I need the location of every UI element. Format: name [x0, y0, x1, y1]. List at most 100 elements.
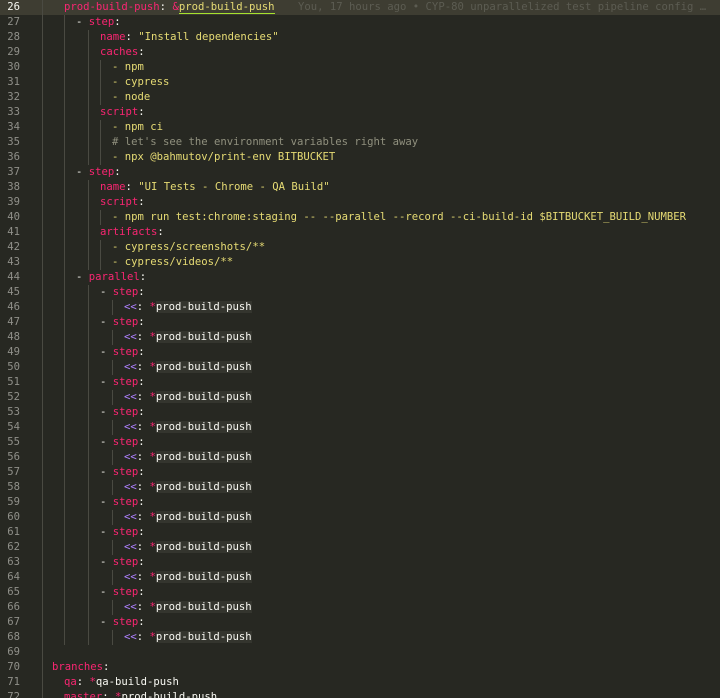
token-merge: << [124, 301, 137, 313]
code-text: - cypress [112, 75, 169, 90]
code-line[interactable]: 60 <<: *prod-build-push [0, 510, 720, 525]
code-line[interactable]: 70 branches: [0, 660, 720, 675]
code-line[interactable]: 65 - step: [0, 585, 720, 600]
indent-guide [100, 210, 101, 225]
indent-guide [64, 585, 65, 600]
code-line[interactable]: 53 - step: [0, 405, 720, 420]
code-line[interactable]: 38 name: "UI Tests - Chrome - QA Build" [0, 180, 720, 195]
indent-guide [42, 555, 43, 570]
code-editor[interactable]: 26 prod-build-push: &prod-build-push You, … [0, 0, 720, 698]
code-line[interactable]: 31 - cypress [0, 75, 720, 90]
indent-guide [64, 345, 65, 360]
code-line[interactable]: 52 <<: *prod-build-push [0, 390, 720, 405]
code-line[interactable]: 29 caches: [0, 45, 720, 60]
indent-guide [88, 390, 89, 405]
token-key: step [112, 286, 139, 298]
code-line[interactable]: 28 name: "Install dependencies" [0, 30, 720, 45]
code-line[interactable]: 37 - step: [0, 165, 720, 180]
code-line[interactable]: 42 - cypress/screenshots/** [0, 240, 720, 255]
token-alias-name: prod-build-push [155, 511, 252, 523]
code-line[interactable]: 50 <<: *prod-build-push [0, 360, 720, 375]
code-line[interactable]: 40 - npm run test:chrome:staging -- --par… [0, 210, 720, 225]
code-line[interactable]: 71 qa: *qa-build-push [0, 675, 720, 690]
indent-guide [100, 135, 101, 150]
code-line[interactable]: 46 <<: *prod-build-push [0, 300, 720, 315]
token-punct: : [136, 421, 150, 433]
line-number: 59 [7, 496, 20, 508]
code-line[interactable]: 48 <<: *prod-build-push [0, 330, 720, 345]
indent-guide [88, 195, 89, 210]
indent-guide [42, 405, 43, 420]
token-punct: - [76, 271, 89, 283]
indent-guide [88, 105, 89, 120]
code-line[interactable]: 64 <<: *prod-build-push [0, 570, 720, 585]
code-line[interactable]: 72 master: *prod-build-push [0, 690, 720, 698]
code-line[interactable]: 36 - npx @bahmutov/print-env BITBUCKET [0, 150, 720, 165]
code-line[interactable]: 27 - step: [0, 15, 720, 30]
code-text: name: "UI Tests - Chrome - QA Build" [100, 180, 330, 195]
code-line[interactable]: 58 <<: *prod-build-push [0, 480, 720, 495]
code-text: - npm ci [112, 120, 163, 135]
indent-guide [42, 660, 43, 675]
code-text: <<: *prod-build-push [124, 480, 252, 495]
code-line[interactable]: 39 script: [0, 195, 720, 210]
indent-guide [64, 240, 65, 255]
code-line[interactable]: 26 prod-build-push: &prod-build-push You, … [0, 0, 720, 15]
line-number: 31 [7, 76, 20, 88]
code-line[interactable]: 63 - step: [0, 555, 720, 570]
indent-guide [88, 300, 89, 315]
code-line[interactable]: 45 - step: [0, 285, 720, 300]
line-number: 47 [7, 316, 20, 328]
token-alias-sym: * [149, 511, 156, 523]
code-text: <<: *prod-build-push [124, 360, 252, 375]
line-number: 67 [7, 616, 20, 628]
code-line[interactable]: 34 - npm ci [0, 120, 720, 135]
code-line[interactable]: 68 <<: *prod-build-push [0, 630, 720, 645]
code-text: - parallel: [76, 270, 146, 285]
token-alias-sym: * [149, 541, 156, 553]
code-line[interactable]: 49 - step: [0, 345, 720, 360]
token-punct: : [138, 436, 145, 448]
indent-guide [64, 480, 65, 495]
indent-guide [42, 180, 43, 195]
token-punct: - [100, 556, 113, 568]
token-merge: << [124, 511, 137, 523]
indent-guide [42, 270, 43, 285]
code-line[interactable]: 57 - step: [0, 465, 720, 480]
code-line[interactable]: 61 - step: [0, 525, 720, 540]
line-number: 49 [7, 346, 20, 358]
code-line[interactable]: 43 - cypress/videos/** [0, 255, 720, 270]
code-text: <<: *prod-build-push [124, 390, 252, 405]
code-line[interactable]: 32 - node [0, 90, 720, 105]
code-line[interactable]: 56 <<: *prod-build-push [0, 450, 720, 465]
indent-guide [42, 600, 43, 615]
code-line[interactable]: 47 - step: [0, 315, 720, 330]
token-punct: : [136, 481, 150, 493]
code-line[interactable]: 69 [0, 645, 720, 660]
indent-guide [88, 60, 89, 75]
code-line[interactable]: 59 - step: [0, 495, 720, 510]
code-line[interactable]: 41 artifacts: [0, 225, 720, 240]
indent-guide [64, 30, 65, 45]
line-number: 34 [7, 121, 20, 133]
code-line[interactable]: 44 - parallel: [0, 270, 720, 285]
code-line[interactable]: 67 - step: [0, 615, 720, 630]
code-text: - step: [100, 465, 145, 480]
code-line[interactable]: 30 - npm [0, 60, 720, 75]
code-line[interactable]: 54 <<: *prod-build-push [0, 420, 720, 435]
token-key: script [100, 196, 139, 208]
code-line[interactable]: 51 - step: [0, 375, 720, 390]
code-line[interactable]: 55 - step: [0, 435, 720, 450]
token-punct: : [76, 676, 90, 688]
code-line[interactable]: 62 <<: *prod-build-push [0, 540, 720, 555]
indent-guide [88, 435, 89, 450]
line-number: 53 [7, 406, 20, 418]
indent-guide [112, 600, 113, 615]
code-line[interactable]: 66 <<: *prod-build-push [0, 600, 720, 615]
token-punct: : [136, 361, 150, 373]
code-line[interactable]: 35 # let's see the environment variables … [0, 135, 720, 150]
token-anchor-sym: & [172, 1, 179, 13]
indent-guide [64, 300, 65, 315]
code-line[interactable]: 33 script: [0, 105, 720, 120]
indent-guide [112, 480, 113, 495]
